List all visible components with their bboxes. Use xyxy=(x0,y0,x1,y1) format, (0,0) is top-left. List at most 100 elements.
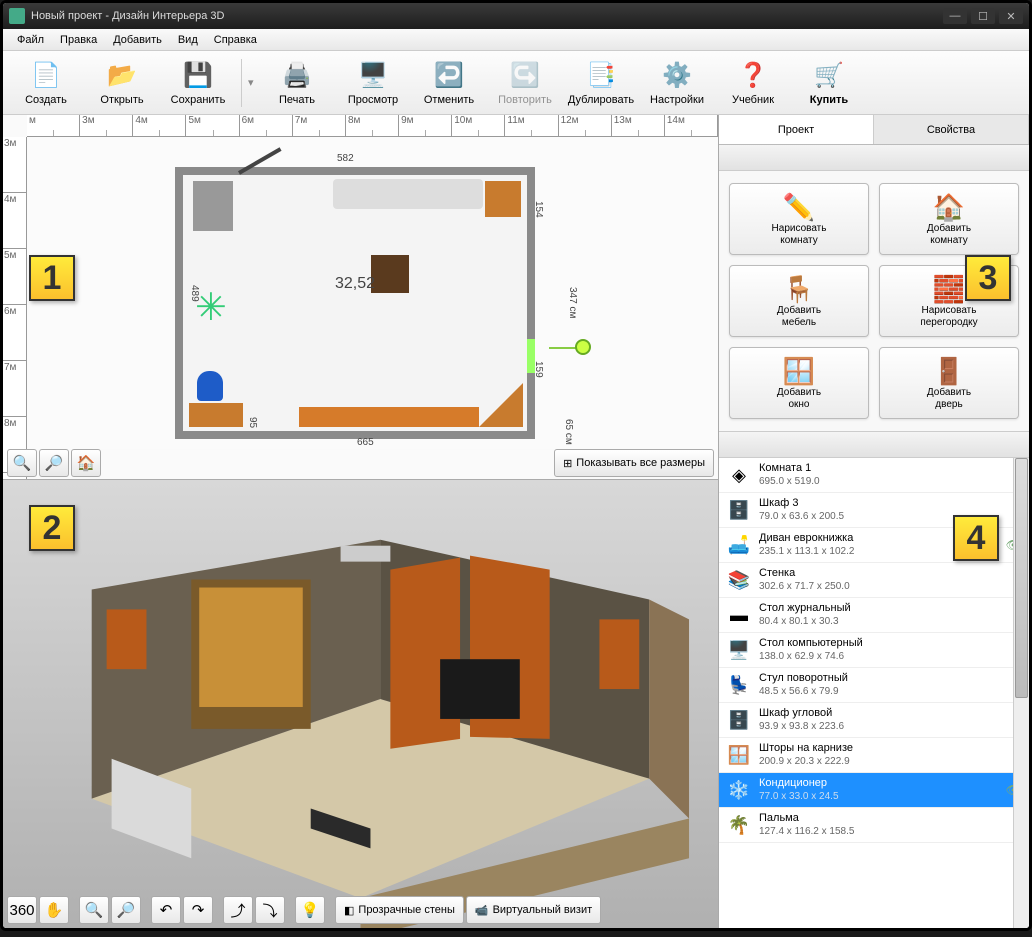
selection-line xyxy=(549,347,577,349)
toolbar-Дублировать[interactable]: 📑Дублировать xyxy=(564,54,638,112)
dim-r3: 159 xyxy=(533,361,544,378)
toolbar-Создать[interactable]: 📄Создать xyxy=(9,54,83,112)
action-Нарисовать-комнату[interactable]: ✏️Нарисоватькомнату xyxy=(729,183,869,255)
furniture-table[interactable] xyxy=(371,255,409,293)
object-icon: 💺 xyxy=(727,673,751,697)
action-Добавить-окно[interactable]: 🪟Добавитьокно xyxy=(729,347,869,419)
rotate-360-button[interactable]: 360 xyxy=(7,896,37,924)
toolbar-Повторить[interactable]: ↪️Повторить xyxy=(488,54,562,112)
toolbar-Учебник[interactable]: ❓Учебник xyxy=(716,54,790,112)
light-button[interactable]: 💡 xyxy=(295,896,325,924)
menu-Правка[interactable]: Правка xyxy=(52,31,105,49)
toolbar: 📄Создать📂Открыть💾Сохранить ▾🖨️Печать🖥️Про… xyxy=(3,51,1029,115)
Печать-icon: 🖨️ xyxy=(281,60,313,92)
zoom-out-3d-button[interactable]: 🔍 xyxy=(79,896,109,924)
toolbar-dropdown[interactable]: ▾ xyxy=(248,76,258,89)
menu-Файл[interactable]: Файл xyxy=(9,31,52,49)
action-icon: 🏠 xyxy=(933,191,965,223)
furniture-chair[interactable] xyxy=(197,371,223,401)
furniture-computer-desk[interactable] xyxy=(189,403,243,427)
canvas-2d[interactable]: ✳ 32,52 582 347 см 154 159 65 см 489 95 xyxy=(27,137,718,449)
Дублировать-icon: 📑 xyxy=(585,60,617,92)
menu-Добавить[interactable]: Добавить xyxy=(105,31,170,49)
action-icon: 🚪 xyxy=(933,355,965,387)
toolbar-Открыть[interactable]: 📂Открыть xyxy=(85,54,159,112)
list-header xyxy=(719,432,1029,458)
tilt-down-button[interactable]: ⤵ xyxy=(255,896,285,924)
object-Комната 1[interactable]: ◈Комната 1695.0 x 519.0 xyxy=(719,458,1029,493)
view-3d[interactable]: 360 ✋ 🔍 🔎 ↶ ↷ ⤴ ⤵ 💡 ◧ Прозр xyxy=(3,480,718,928)
object-Стенка[interactable]: 📚Стенка302.6 x 71.7 x 250.0 xyxy=(719,563,1029,598)
virtual-visit-button[interactable]: 📹 Виртуальный визит xyxy=(466,896,601,924)
action-Добавить-мебель[interactable]: 🪑Добавитьмебель xyxy=(729,265,869,337)
scroll-thumb[interactable] xyxy=(1015,458,1028,698)
Учебник-icon: ❓ xyxy=(737,60,769,92)
tab-project[interactable]: Проект xyxy=(719,115,874,144)
dim-left: 489 xyxy=(189,285,200,302)
furniture-plant[interactable]: ✳ xyxy=(195,285,241,331)
object-icon: 🗄️ xyxy=(727,708,751,732)
object-Шкаф угловой[interactable]: 🗄️Шкаф угловой93.9 x 93.8 x 223.6 xyxy=(719,703,1029,738)
object-icon: 📚 xyxy=(727,568,751,592)
badge-4: 4 xyxy=(953,515,999,561)
toolbar-Купить[interactable]: 🛒Купить xyxy=(792,54,866,112)
object-Пальма[interactable]: 🌴Пальма127.4 x 116.2 x 158.5 xyxy=(719,808,1029,843)
menu-Вид[interactable]: Вид xyxy=(170,31,206,49)
room-area: 32,52 xyxy=(335,275,375,293)
rotate-ccw-button[interactable]: ↶ xyxy=(151,896,181,924)
action-icon: ✏️ xyxy=(783,191,815,223)
furniture-corner[interactable] xyxy=(479,383,523,427)
action-Добавить-дверь[interactable]: 🚪Добавитьдверь xyxy=(879,347,1019,419)
minimize-button[interactable]: — xyxy=(943,8,967,24)
furniture-wall-unit[interactable] xyxy=(299,407,479,427)
dim-right: 347 см xyxy=(567,287,578,318)
object-icon: 🪟 xyxy=(727,743,751,767)
zoom-out-button[interactable]: 🔍 xyxy=(7,449,37,477)
object-icon: 🌴 xyxy=(727,813,751,837)
home-button[interactable]: 🏠 xyxy=(71,449,101,477)
camera-icon: 📹 xyxy=(475,904,489,917)
object-icon: ❄️ xyxy=(727,778,751,802)
action-icon: 🧱 xyxy=(933,273,965,305)
Открыть-icon: 📂 xyxy=(106,60,138,92)
object-Стол журнальный[interactable]: ▬Стол журнальный80.4 x 80.1 x 30.3 xyxy=(719,598,1029,633)
maximize-button[interactable]: ☐ xyxy=(971,8,995,24)
furniture-desk[interactable] xyxy=(485,181,521,217)
dim-bl: 95 xyxy=(247,417,258,428)
furniture-wardrobe[interactable] xyxy=(193,181,233,231)
menu-Справка[interactable]: Справка xyxy=(206,31,265,49)
toolbar-Просмотр[interactable]: 🖥️Просмотр xyxy=(336,54,410,112)
tab-properties[interactable]: Свойства xyxy=(874,115,1029,144)
pan-button[interactable]: ✋ xyxy=(39,896,69,924)
tilt-up-button[interactable]: ⤴ xyxy=(223,896,253,924)
object-icon: 🖥️ xyxy=(727,638,751,662)
ruler-vertical: 3м4м5м6м7м8м xyxy=(3,137,27,479)
action-icon: 🪟 xyxy=(783,355,815,387)
zoom-in-3d-button[interactable]: 🔎 xyxy=(111,896,141,924)
furniture-sofa[interactable] xyxy=(333,179,483,209)
object-Стул поворотный[interactable]: 💺Стул поворотный48.5 x 56.6 x 79.9 xyxy=(719,668,1029,703)
dim-r4: 65 см xyxy=(563,419,574,445)
rotate-cw-button[interactable]: ↷ xyxy=(183,896,213,924)
selection-handle[interactable] xyxy=(575,339,591,355)
transparent-walls-button[interactable]: ◧ Прозрачные стены xyxy=(335,896,464,924)
show-all-dims-button[interactable]: ⊞ Показывать все размеры xyxy=(554,449,714,477)
object-Стол компьютерный[interactable]: 🖥️Стол компьютерный138.0 x 62.9 x 74.6 xyxy=(719,633,1029,668)
Купить-icon: 🛒 xyxy=(813,60,845,92)
room-outline[interactable]: ✳ 32,52 xyxy=(175,167,535,439)
plan-2d-view[interactable]: м3м4м5м6м7м8м9м10м11м12м13м14м 3м4м5м6м7… xyxy=(3,115,718,480)
scrollbar[interactable] xyxy=(1013,458,1029,928)
object-Кондиционер[interactable]: ❄️Кондиционер77.0 x 33.0 x 24.5👁 xyxy=(719,773,1029,808)
action-icon: 🪑 xyxy=(783,273,815,305)
action-Добавить-комнату[interactable]: 🏠Добавитькомнату xyxy=(879,183,1019,255)
toolbar-Сохранить[interactable]: 💾Сохранить xyxy=(161,54,235,112)
badge-3: 3 xyxy=(965,255,1011,301)
toolbar-Отменить[interactable]: ↩️Отменить xyxy=(412,54,486,112)
toolbar-Печать[interactable]: 🖨️Печать xyxy=(260,54,334,112)
toolbar-Настройки[interactable]: ⚙️Настройки xyxy=(640,54,714,112)
door-swing[interactable] xyxy=(238,147,282,174)
object-Шторы на карнизе[interactable]: 🪟Шторы на карнизе200.9 x 20.3 x 222.9 xyxy=(719,738,1029,773)
Создать-icon: 📄 xyxy=(30,60,62,92)
zoom-in-button[interactable]: 🔎 xyxy=(39,449,69,477)
close-button[interactable]: ✕ xyxy=(999,8,1023,24)
